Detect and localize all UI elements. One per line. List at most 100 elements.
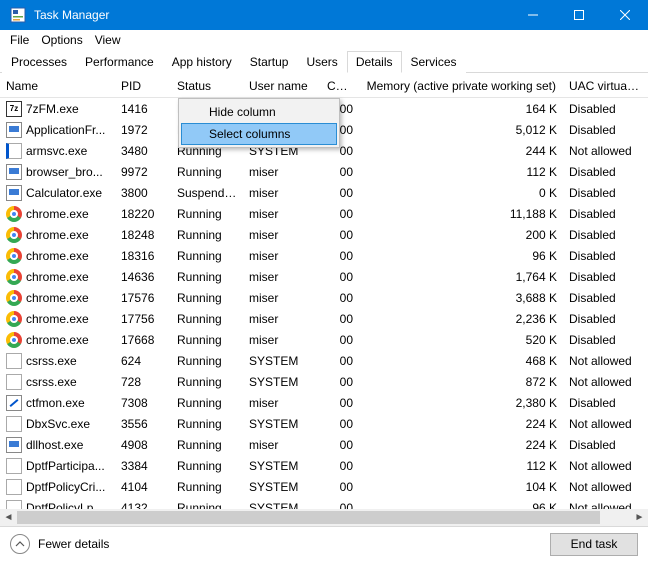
cell-uac: Disabled: [563, 186, 648, 200]
cell-user: SYSTEM: [243, 480, 321, 494]
tab-performance[interactable]: Performance: [76, 51, 163, 73]
col-name[interactable]: Name: [0, 79, 115, 93]
cell-user: SYSTEM: [243, 354, 321, 368]
chevron-up-icon: [10, 534, 30, 554]
menu-options[interactable]: Options: [35, 31, 88, 49]
close-button[interactable]: [602, 0, 648, 30]
table-row[interactable]: browser_bro...9972Runningmiser00112 KDis…: [0, 161, 648, 182]
cell-memory: 0 K: [359, 186, 563, 200]
cell-pid: 9972: [115, 165, 171, 179]
cell-pid: 18316: [115, 249, 171, 263]
table-row[interactable]: DptfPolicyCri...4104RunningSYSTEM00104 K…: [0, 476, 648, 497]
process-icon: 7z: [6, 101, 22, 117]
table-row[interactable]: chrome.exe18316Runningmiser0096 KDisable…: [0, 245, 648, 266]
cell-memory: 224 K: [359, 417, 563, 431]
process-name: chrome.exe: [26, 207, 89, 221]
cell-name: ApplicationFr...: [0, 122, 115, 138]
table-row[interactable]: DptfParticipa...3384RunningSYSTEM00112 K…: [0, 455, 648, 476]
scroll-right-icon[interactable]: ►: [631, 509, 648, 526]
col-uac[interactable]: UAC virtualization: [563, 79, 648, 93]
scroll-track[interactable]: [17, 509, 631, 526]
process-icon: [6, 185, 22, 201]
menu-view[interactable]: View: [89, 31, 127, 49]
cell-memory: 104 K: [359, 480, 563, 494]
table-row[interactable]: chrome.exe17756Runningmiser002,236 KDisa…: [0, 308, 648, 329]
cell-name: csrss.exe: [0, 374, 115, 390]
cell-memory: 1,764 K: [359, 270, 563, 284]
cell-user: miser: [243, 186, 321, 200]
table-row[interactable]: DbxSvc.exe3556RunningSYSTEM00224 KNot al…: [0, 413, 648, 434]
cell-memory: 872 K: [359, 375, 563, 389]
cell-cpu: 00: [321, 480, 359, 494]
cell-name: armsvc.exe: [0, 143, 115, 159]
cell-pid: 7308: [115, 396, 171, 410]
cell-uac: Not allowed: [563, 144, 648, 158]
cell-user: SYSTEM: [243, 417, 321, 431]
cell-memory: 200 K: [359, 228, 563, 242]
cell-memory: 112 K: [359, 459, 563, 473]
tab-startup[interactable]: Startup: [241, 51, 298, 73]
menu-file[interactable]: File: [4, 31, 35, 49]
col-pid[interactable]: PID: [115, 79, 171, 93]
maximize-button[interactable]: [556, 0, 602, 30]
table-row[interactable]: chrome.exe18248Runningmiser00200 KDisabl…: [0, 224, 648, 245]
tab-services[interactable]: Services: [402, 51, 466, 73]
cell-cpu: 00: [321, 333, 359, 347]
cell-pid: 17668: [115, 333, 171, 347]
cell-uac: Disabled: [563, 165, 648, 179]
table-row[interactable]: chrome.exe17576Runningmiser003,688 KDisa…: [0, 287, 648, 308]
process-icon: [6, 437, 22, 453]
cell-status: Running: [171, 459, 243, 473]
table-row[interactable]: chrome.exe18220Runningmiser0011,188 KDis…: [0, 203, 648, 224]
cell-status: Running: [171, 312, 243, 326]
col-cpu[interactable]: CPU: [321, 79, 359, 93]
cell-status: Running: [171, 354, 243, 368]
process-name: Calculator.exe: [26, 186, 102, 200]
table-row[interactable]: chrome.exe17668Runningmiser00520 KDisabl…: [0, 329, 648, 350]
ctx-hide-column[interactable]: Hide column: [181, 101, 337, 123]
cell-name: chrome.exe: [0, 290, 115, 306]
col-memory[interactable]: Memory (active private working set): [359, 79, 563, 93]
horizontal-scrollbar[interactable]: ◄ ►: [0, 509, 648, 526]
cell-uac: Disabled: [563, 396, 648, 410]
scroll-left-icon[interactable]: ◄: [0, 509, 17, 526]
cell-name: chrome.exe: [0, 269, 115, 285]
process-icon: [6, 227, 22, 243]
minimize-button[interactable]: [510, 0, 556, 30]
cell-cpu: 00: [321, 417, 359, 431]
process-name: ApplicationFr...: [26, 123, 105, 137]
table-row[interactable]: Calculator.exe3800Suspendedmiser000 KDis…: [0, 182, 648, 203]
cell-pid: 18220: [115, 207, 171, 221]
col-status[interactable]: Status: [171, 79, 243, 93]
title-bar[interactable]: Task Manager: [0, 0, 648, 30]
cell-uac: Disabled: [563, 270, 648, 284]
cell-status: Running: [171, 165, 243, 179]
cell-user: miser: [243, 291, 321, 305]
process-name: csrss.exe: [26, 375, 77, 389]
end-task-button[interactable]: End task: [550, 533, 638, 556]
table-row[interactable]: ctfmon.exe7308Runningmiser002,380 KDisab…: [0, 392, 648, 413]
cell-memory: 520 K: [359, 333, 563, 347]
cell-user: miser: [243, 333, 321, 347]
cell-name: chrome.exe: [0, 332, 115, 348]
cell-status: Running: [171, 249, 243, 263]
cell-pid: 1416: [115, 102, 171, 116]
scroll-thumb[interactable]: [17, 511, 600, 524]
col-user[interactable]: User name: [243, 79, 321, 93]
fewer-details-button[interactable]: Fewer details: [10, 534, 109, 554]
tab-users[interactable]: Users: [297, 51, 346, 73]
column-header-row[interactable]: Name PID Status User name CPU Memory (ac…: [0, 74, 648, 98]
cell-pid: 3556: [115, 417, 171, 431]
table-row[interactable]: dllhost.exe4908Runningmiser00224 KDisabl…: [0, 434, 648, 455]
cell-memory: 468 K: [359, 354, 563, 368]
cell-pid: 14636: [115, 270, 171, 284]
table-row[interactable]: csrss.exe728RunningSYSTEM00872 KNot allo…: [0, 371, 648, 392]
tab-details[interactable]: Details: [347, 51, 402, 73]
table-row[interactable]: chrome.exe14636Runningmiser001,764 KDisa…: [0, 266, 648, 287]
table-row[interactable]: csrss.exe624RunningSYSTEM00468 KNot allo…: [0, 350, 648, 371]
cell-name: dllhost.exe: [0, 437, 115, 453]
tab-app-history[interactable]: App history: [163, 51, 241, 73]
column-context-menu: Hide column Select columns: [178, 98, 340, 148]
tab-processes[interactable]: Processes: [2, 51, 76, 73]
ctx-select-columns[interactable]: Select columns: [181, 123, 337, 145]
